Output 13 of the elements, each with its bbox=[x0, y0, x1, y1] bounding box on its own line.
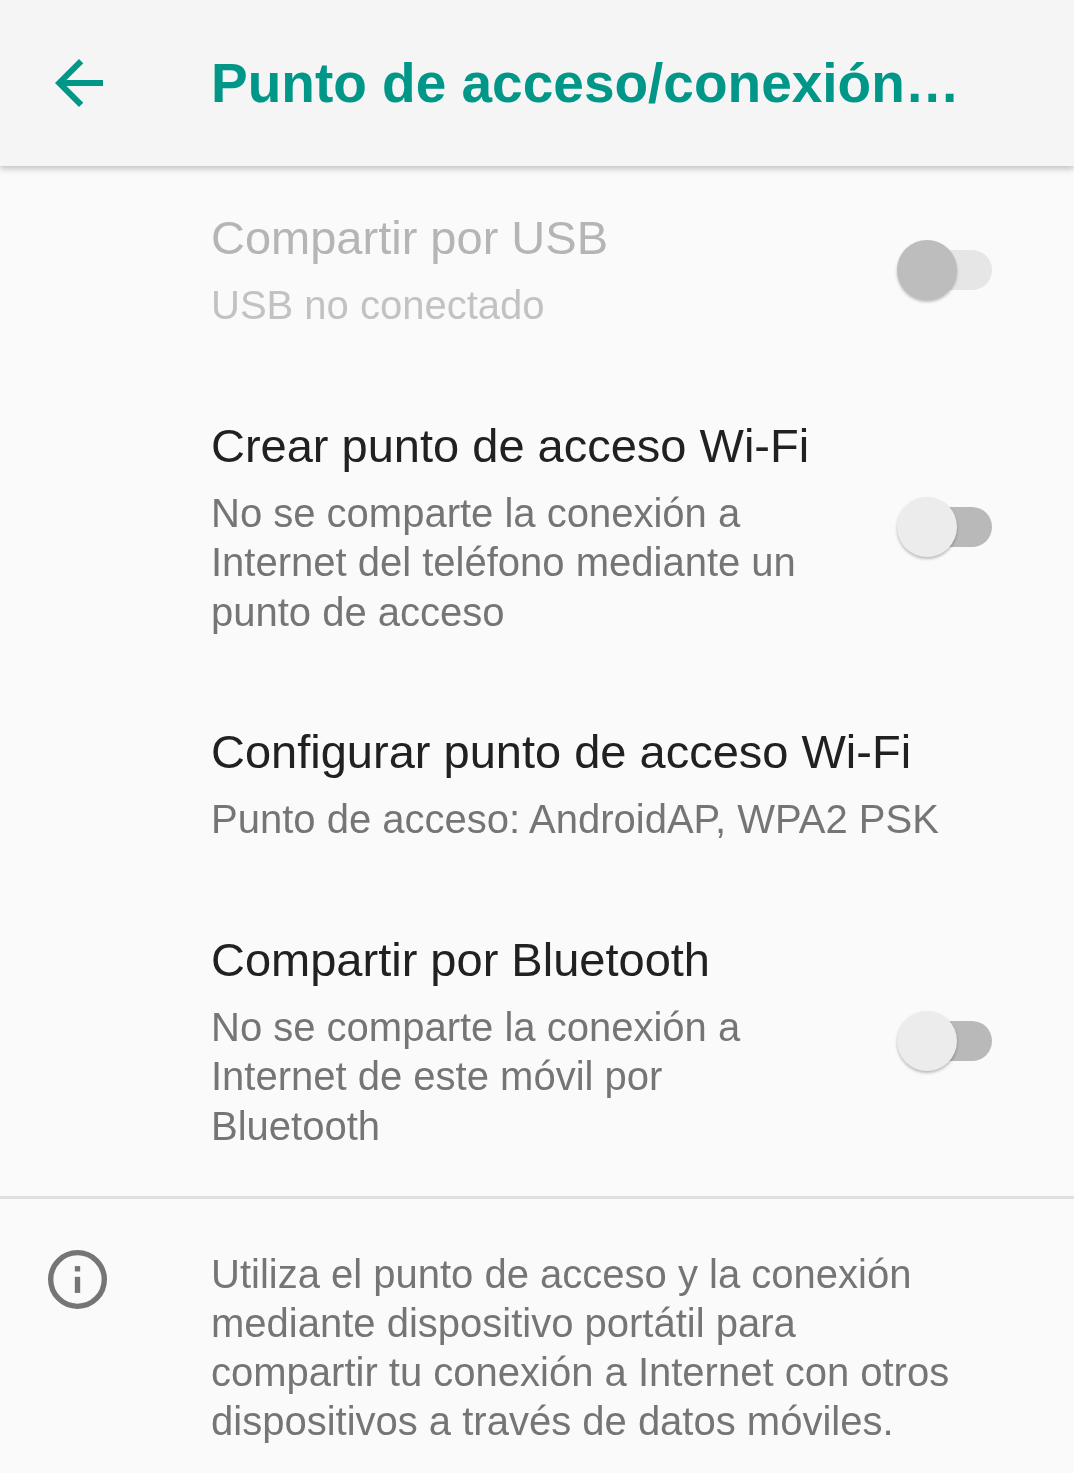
setting-summary: No se comparte la conexión a Internet de este móvil por Bluetooth bbox=[211, 1003, 742, 1150]
app-bar-title: Punto de acceso/conexión… bbox=[211, 55, 960, 111]
setting-title[interactable]: Configurar punto de acceso Wi-Fi bbox=[211, 723, 992, 781]
setting-summary: Punto de acceso: AndroidAP, WPA2 PSK bbox=[211, 796, 940, 843]
info-icon bbox=[48, 1250, 107, 1309]
toggle-switch[interactable] bbox=[897, 1010, 992, 1071]
toggle-switch[interactable] bbox=[897, 496, 992, 557]
setting-title[interactable]: Crear punto de acceso Wi-Fi bbox=[211, 416, 831, 475]
setting-title[interactable]: Compartir por Bluetooth bbox=[211, 930, 831, 989]
setting-summary: No se comparte la conexión a Internet del teléfono mediante un punto de acceso bbox=[211, 489, 797, 636]
back-icon[interactable] bbox=[55, 59, 103, 107]
info-text: Utiliza el punto de acceso y la conexión mediante dispositivo portátil para compartir tu conexión a Internet con otros dispositivos a través de datos móviles. bbox=[211, 1251, 951, 1445]
setting-summary: USB no conectado bbox=[211, 282, 546, 329]
